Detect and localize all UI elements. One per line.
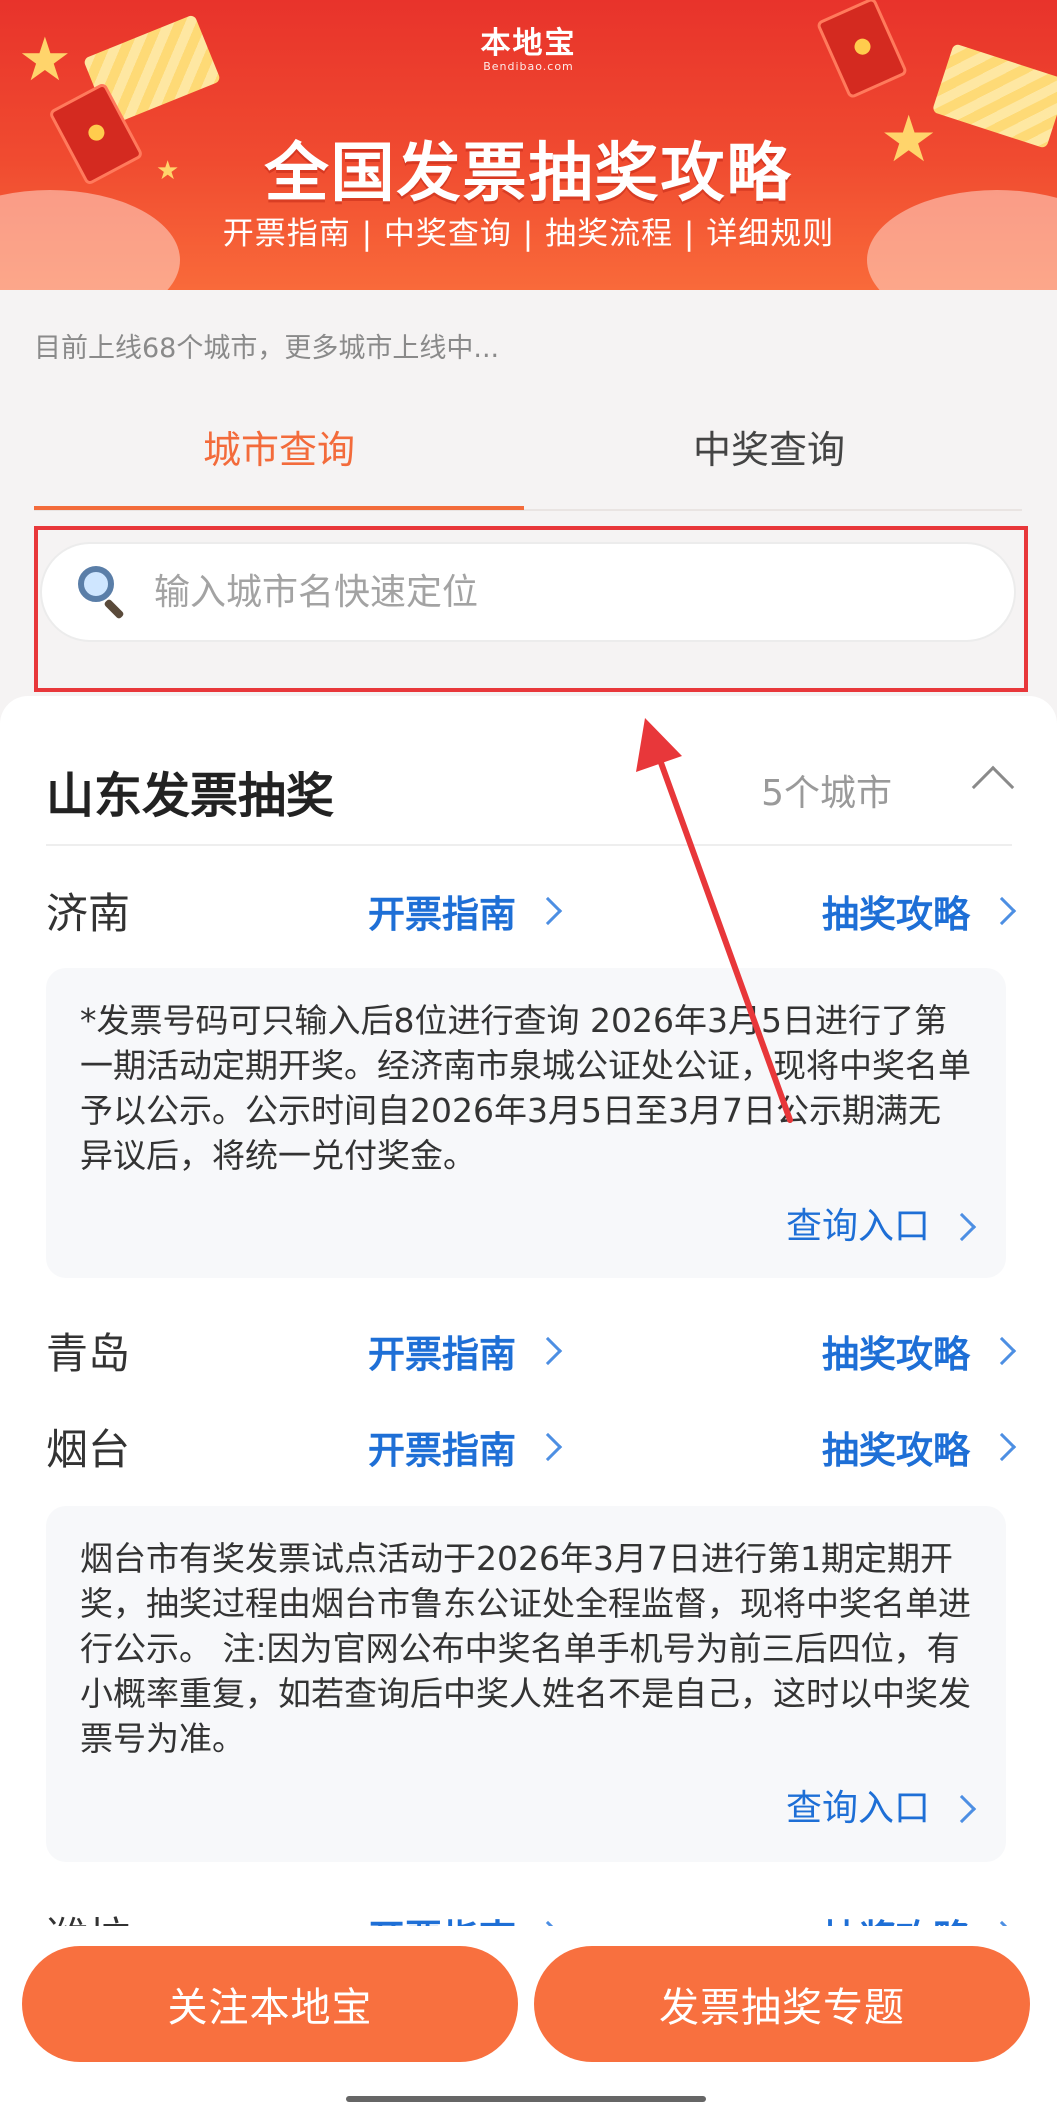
city-name: 济南 bbox=[46, 889, 131, 938]
city-row-yantai: 烟台 开票指南 抽奖攻略 bbox=[46, 1416, 1017, 1482]
lottery-strategy-link[interactable]: 抽奖攻略 bbox=[822, 884, 1017, 938]
search-icon bbox=[72, 562, 132, 622]
tab-prize-search[interactable]: 中奖查询 bbox=[524, 410, 1014, 510]
header-banner: ★ ★ ★ 本地宝 Bendibao.com 全国发票抽奖攻略 开票指南 | 中… bbox=[0, 0, 1057, 290]
query-entry-link[interactable]: 查询入口 bbox=[786, 1204, 977, 1249]
chevron-right-icon bbox=[533, 1432, 563, 1462]
city-info-box: *发票号码可只输入后8位进行查询 2026年3月5日进行了第一期活动定期开奖。经… bbox=[46, 968, 1006, 1278]
search-bar[interactable] bbox=[40, 542, 1016, 642]
chevron-right-icon bbox=[987, 1336, 1017, 1366]
city-count: 5个城市 bbox=[761, 773, 892, 814]
chevron-right-icon bbox=[533, 1336, 563, 1366]
home-indicator bbox=[346, 2096, 706, 2102]
section-title: 山东发票抽奖 bbox=[46, 768, 335, 824]
logo-text: 本地宝 bbox=[480, 26, 577, 61]
invoice-guide-link[interactable]: 开票指南 bbox=[368, 1324, 563, 1378]
chevron-right-icon bbox=[947, 1794, 977, 1823]
city-info-box: 烟台市有奖发票试点活动于2026年3月7日进行第1期定期开奖，抽奖过程由烟台市鲁… bbox=[46, 1506, 1006, 1862]
chevron-right-icon bbox=[987, 1432, 1017, 1462]
city-info-text: *发票号码可只输入后8位进行查询 2026年3月5日进行了第一期活动定期开奖。经… bbox=[80, 1001, 971, 1175]
online-cities-notice: 目前上线68个城市，更多城市上线中... bbox=[34, 333, 500, 364]
city-row-jinan: 济南 开票指南 抽奖攻略 bbox=[46, 880, 1017, 946]
province-section-header[interactable]: 山东发票抽奖 5个城市 bbox=[46, 756, 1015, 846]
chevron-right-icon bbox=[947, 1212, 977, 1241]
follow-button[interactable]: 关注本地宝 bbox=[22, 1946, 518, 2062]
city-row-qingdao: 青岛 开票指南 抽奖攻略 bbox=[46, 1320, 1017, 1386]
city-info-text: 烟台市有奖发票试点活动于2026年3月7日进行第1期定期开奖，抽奖过程由烟台市鲁… bbox=[80, 1539, 971, 1758]
city-list-card: 山东发票抽奖 5个城市 济南 开票指南 抽奖攻略 *发票号码可只输入后8位进行查… bbox=[0, 696, 1057, 2102]
bottom-action-bar: 关注本地宝 发票抽奖专题 bbox=[0, 1926, 1057, 2102]
lottery-strategy-link[interactable]: 抽奖攻略 bbox=[822, 1324, 1017, 1378]
logo-subtext: Bendibao.com bbox=[483, 60, 574, 73]
chevron-up-icon[interactable] bbox=[971, 765, 1015, 809]
banner-title: 全国发票抽奖攻略 bbox=[264, 137, 793, 211]
lottery-strategy-link[interactable]: 抽奖攻略 bbox=[822, 1420, 1017, 1474]
city-name: 青岛 bbox=[46, 1329, 131, 1378]
logo: 本地宝 Bendibao.com bbox=[0, 18, 1057, 73]
chevron-right-icon bbox=[533, 896, 563, 926]
query-entry-link[interactable]: 查询入口 bbox=[786, 1786, 977, 1831]
search-input[interactable] bbox=[154, 571, 954, 613]
tab-bar: 城市查询 中奖查询 bbox=[34, 410, 1022, 514]
invoice-guide-link[interactable]: 开票指南 bbox=[368, 1420, 563, 1474]
invoice-guide-link[interactable]: 开票指南 bbox=[368, 884, 563, 938]
banner-subtitle: 开票指南 | 中奖查询 | 抽奖流程 | 详细规则 bbox=[222, 216, 835, 252]
lottery-topic-button[interactable]: 发票抽奖专题 bbox=[534, 1946, 1030, 2062]
tab-city-search[interactable]: 城市查询 bbox=[34, 410, 524, 510]
city-name: 烟台 bbox=[46, 1425, 131, 1474]
chevron-right-icon bbox=[987, 896, 1017, 926]
